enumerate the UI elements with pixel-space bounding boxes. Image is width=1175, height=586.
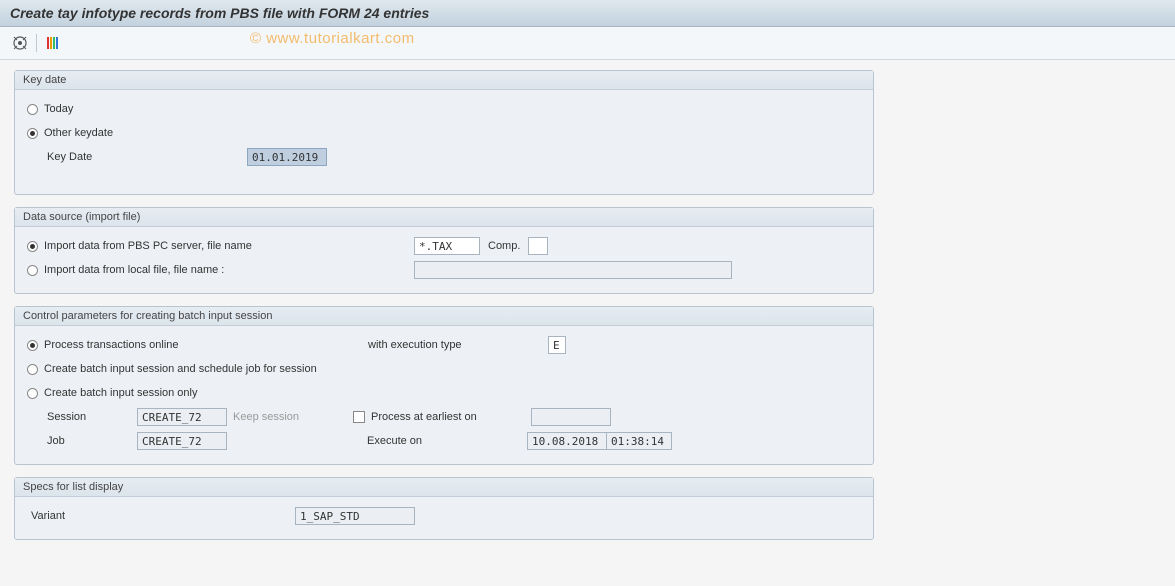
radio-pbs-server[interactable] bbox=[27, 241, 38, 252]
execute-icon[interactable] bbox=[10, 33, 30, 53]
radio-today[interactable] bbox=[27, 104, 38, 115]
group-control: Control parameters for creating batch in… bbox=[14, 306, 874, 465]
page-title: Create tay infotype records from PBS fil… bbox=[10, 5, 1165, 21]
group-control-title: Control parameters for creating batch in… bbox=[15, 307, 873, 326]
label-keep-session: Keep session bbox=[233, 411, 353, 423]
group-specs-title: Specs for list display bbox=[15, 478, 873, 497]
radio-session-only[interactable] bbox=[27, 388, 38, 399]
group-datasource: Data source (import file) Import data fr… bbox=[14, 207, 874, 294]
group-keydate: Key date Today Other keydate Key Date bbox=[14, 70, 874, 195]
input-comp[interactable] bbox=[528, 237, 548, 255]
group-datasource-title: Data source (import file) bbox=[15, 208, 873, 227]
checkbox-keep-session[interactable] bbox=[353, 411, 365, 423]
title-bar: Create tay infotype records from PBS fil… bbox=[0, 0, 1175, 27]
variant-icon[interactable] bbox=[43, 33, 63, 53]
radio-local-file[interactable] bbox=[27, 265, 38, 276]
watermark: © www.tutorialkart.com bbox=[250, 30, 415, 47]
radio-other-keydate[interactable] bbox=[27, 128, 38, 139]
label-other-keydate: Other keydate bbox=[44, 127, 113, 139]
label-process-online: Process transactions online bbox=[44, 339, 368, 351]
label-execute-on: Execute on bbox=[367, 435, 527, 447]
input-execute-date[interactable] bbox=[527, 432, 607, 450]
label-pbs-server: Import data from PBS PC server, file nam… bbox=[44, 240, 414, 252]
input-session[interactable] bbox=[137, 408, 227, 426]
toolbar: © www.tutorialkart.com bbox=[0, 27, 1175, 60]
label-keydate: Key Date bbox=[47, 151, 247, 163]
toolbar-separator bbox=[36, 34, 37, 52]
label-local-file: Import data from local file, file name : bbox=[44, 264, 414, 276]
label-today: Today bbox=[44, 103, 73, 115]
label-schedule-job: Create batch input session and schedule … bbox=[44, 363, 317, 375]
label-exec-type: with execution type bbox=[368, 339, 548, 351]
radio-schedule-job[interactable] bbox=[27, 364, 38, 375]
input-local-filename[interactable] bbox=[414, 261, 732, 279]
label-process-earliest: Process at earliest on bbox=[371, 411, 531, 423]
label-session: Session bbox=[47, 411, 137, 423]
input-pbs-filename[interactable] bbox=[414, 237, 480, 255]
input-execute-time[interactable] bbox=[606, 432, 672, 450]
label-variant: Variant bbox=[31, 510, 295, 522]
input-exec-type[interactable] bbox=[548, 336, 566, 354]
group-keydate-title: Key date bbox=[15, 71, 873, 90]
input-keydate[interactable] bbox=[247, 148, 327, 166]
input-variant[interactable] bbox=[295, 507, 415, 525]
label-session-only: Create batch input session only bbox=[44, 387, 197, 399]
content-area: Key date Today Other keydate Key Date Da… bbox=[0, 60, 1175, 562]
group-specs: Specs for list display Variant bbox=[14, 477, 874, 540]
label-comp: Comp. bbox=[488, 240, 520, 252]
input-process-earliest[interactable] bbox=[531, 408, 611, 426]
radio-process-online[interactable] bbox=[27, 340, 38, 351]
input-job[interactable] bbox=[137, 432, 227, 450]
label-job: Job bbox=[47, 435, 137, 447]
